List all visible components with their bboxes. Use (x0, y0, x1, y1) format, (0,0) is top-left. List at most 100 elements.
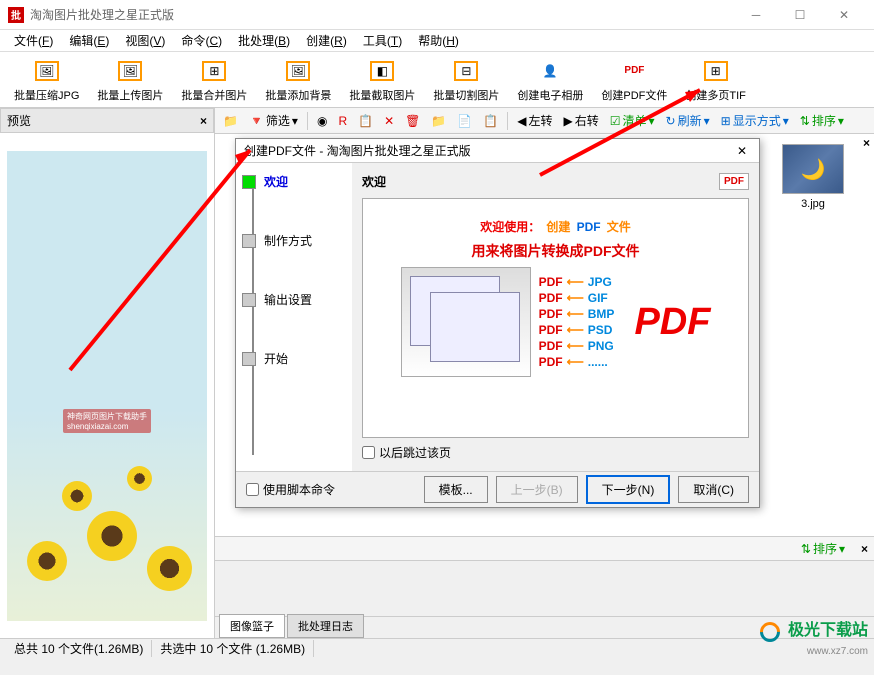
skip-checkbox-row: 以后跳过该页 (362, 444, 749, 461)
tool-split[interactable]: ⊟批量切割图片 (425, 55, 507, 105)
dialog-footer: 使用脚本命令 模板... 上一步(B) 下一步(N) 取消(C) (236, 471, 759, 507)
status-selected: 共选中 10 个文件 (1.26MB) (152, 640, 314, 657)
screenshot-graphic (401, 267, 531, 377)
preview-image: 神奇网页图片下载助手shenqixiazai.com (7, 151, 207, 621)
pdf-badge-icon: PDF (719, 173, 749, 190)
maximize-button[interactable]: ☐ (778, 1, 822, 29)
secondary-toolbar: 📁 🔻 筛选▾ ◉ R 📋 ✕ 🗑 📁 📄 📋 ◀ 左转 ▶ 右转 ☑ 清单▾ … (215, 108, 874, 134)
view3-icon[interactable]: 📋 (354, 112, 377, 130)
dialog-content: 欢迎使用： 创建 PDF 文件 用来将图片转换成PDF文件 PDF⟵JPG PD… (362, 198, 749, 438)
tool-create-tif[interactable]: ⊞创建多页TIF (677, 55, 754, 105)
window-title: 淘淘图片批处理之星正式版 (30, 6, 734, 23)
clear-button[interactable]: ☑ 清单▾ (606, 110, 659, 131)
split-icon: ⊟ (454, 61, 478, 81)
minimize-button[interactable]: ─ (734, 1, 778, 29)
icon-b[interactable]: 📁 (427, 112, 450, 130)
template-button[interactable]: 模板... (424, 476, 488, 503)
site-watermark: 极光下载站 www.xz7.com (760, 616, 868, 657)
create-pdf-dialog: 创建PDF文件 - 淘淘图片批处理之星正式版 ✕ 欢迎 制作方式 输出设置 开始… (235, 138, 760, 508)
status-total: 总共 10 个文件(1.26MB) (6, 640, 152, 657)
filter-button[interactable]: 🔻 筛选▾ (245, 110, 302, 131)
preview-panel: 预览 × 神奇网页图片下载助手shenqixiazai.com (0, 108, 215, 638)
rotate-right-button[interactable]: ▶ 右转 (559, 110, 602, 131)
icon-a[interactable]: 🗑 (401, 112, 424, 130)
watermark-stamp: 神奇网页图片下载助手shenqixiazai.com (63, 409, 151, 433)
album-icon: 👤 (543, 64, 558, 78)
upload-icon: 🖼 (118, 61, 142, 81)
view2-icon[interactable]: R (334, 112, 351, 130)
tool-crop[interactable]: ◧批量截取图片 (341, 55, 423, 105)
view1-icon[interactable]: ◉ (313, 112, 331, 130)
panel-close-icon[interactable]: × (200, 114, 207, 128)
menu-file[interactable]: 文件(F) (6, 30, 61, 51)
merge-icon: ⊞ (202, 61, 226, 81)
menu-batch[interactable]: 批处理(B) (230, 30, 298, 51)
tool-merge[interactable]: ⊞批量合并图片 (173, 55, 255, 105)
thumbnail-label: 3.jpg (782, 198, 844, 210)
tool-album[interactable]: 👤创建电子相册 (509, 55, 591, 105)
dialog-titlebar: 创建PDF文件 - 淘淘图片批处理之星正式版 ✕ (236, 139, 759, 163)
menu-tools[interactable]: 工具(T) (355, 30, 410, 51)
big-pdf-icon: PDF (634, 301, 710, 344)
rotate-left-button[interactable]: ◀ 左转 (513, 110, 556, 131)
menu-view[interactable]: 视图(V) (117, 30, 173, 51)
folder-up-icon[interactable]: 📁 (219, 112, 242, 130)
icon-c[interactable]: 📄 (453, 112, 476, 130)
icon-d[interactable]: 📋 (479, 112, 502, 130)
dialog-title: 创建PDF文件 - 淘淘图片批处理之星正式版 (244, 142, 733, 159)
tab-basket[interactable]: 图像篮子 (219, 614, 285, 638)
skip-label: 以后跳过该页 (379, 444, 451, 461)
basket-toolbar: ⇅ 排序▾ × (215, 537, 874, 561)
pane-close-icon[interactable]: × (863, 136, 870, 150)
nav-step-welcome[interactable]: 欢迎 (242, 173, 346, 190)
tab-log[interactable]: 批处理日志 (287, 614, 364, 638)
dialog-main: 欢迎 PDF 欢迎使用： 创建 PDF 文件 用来将图片转换成PDF文件 (352, 163, 759, 471)
preview-header: 预览 × (0, 108, 214, 133)
compress-icon: 🖼 (35, 61, 59, 81)
delete-icon[interactable]: ✕ (380, 112, 398, 130)
close-button[interactable]: ✕ (822, 1, 866, 29)
welcome-subtitle: 用来将图片转换成PDF文件 (371, 241, 740, 261)
basket-close-icon[interactable]: × (861, 542, 868, 556)
wizard-nav: 欢迎 制作方式 输出设置 开始 (236, 163, 352, 471)
nav-step-output[interactable]: 输出设置 (242, 291, 346, 308)
watermark-logo-icon (756, 618, 784, 646)
script-checkbox[interactable] (246, 483, 259, 496)
welcome-banner: 欢迎使用： 创建 PDF 文件 (371, 211, 740, 237)
pdf-icon: PDF (624, 65, 644, 76)
basket-sort-button[interactable]: ⇅ 排序▾ (797, 538, 849, 559)
preview-area: 神奇网页图片下载助手shenqixiazai.com (0, 133, 214, 638)
tool-upload[interactable]: 🖼批量上传图片 (89, 55, 171, 105)
dialog-heading: 欢迎 (362, 173, 386, 190)
conversion-diagram: PDF⟵JPG PDF⟵GIF PDF⟵BMP PDF⟵PSD PDF⟵PNG … (371, 267, 740, 377)
menu-create[interactable]: 创建(R) (298, 30, 355, 51)
dialog-close-button[interactable]: ✕ (733, 144, 751, 158)
cancel-button[interactable]: 取消(C) (678, 476, 749, 503)
tif-icon: ⊞ (704, 61, 728, 81)
thumbnail-image: 🌙 (782, 144, 844, 194)
nav-step-start[interactable]: 开始 (242, 350, 346, 367)
preview-title: 预览 (7, 112, 31, 129)
menubar: 文件(F) 编辑(E) 视图(V) 命令(C) 批处理(B) 创建(R) 工具(… (0, 30, 874, 52)
prev-button: 上一步(B) (496, 476, 578, 503)
bg-icon: 🖼 (286, 61, 310, 81)
sort-button[interactable]: ⇅ 排序▾ (796, 110, 848, 131)
main-toolbar: 🖼批量压缩JPG 🖼批量上传图片 ⊞批量合并图片 🖼批量添加背景 ◧批量截取图片… (0, 52, 874, 108)
menu-command[interactable]: 命令(C) (173, 30, 230, 51)
tool-compress-jpg[interactable]: 🖼批量压缩JPG (6, 55, 87, 105)
thumbnail-item[interactable]: 🌙 3.jpg (782, 144, 844, 210)
display-mode-button[interactable]: ⊞ 显示方式▾ (717, 110, 793, 131)
nav-step-method[interactable]: 制作方式 (242, 232, 346, 249)
menu-help[interactable]: 帮助(H) (410, 30, 467, 51)
basket-panel: ⇅ 排序▾ × (215, 536, 874, 616)
statusbar: 总共 10 个文件(1.26MB) 共选中 10 个文件 (1.26MB) (0, 638, 874, 658)
refresh-button[interactable]: ↻ 刷新▾ (662, 110, 714, 131)
skip-checkbox[interactable] (362, 446, 375, 459)
tool-background[interactable]: 🖼批量添加背景 (257, 55, 339, 105)
next-button[interactable]: 下一步(N) (586, 475, 671, 504)
format-list: PDF⟵JPG PDF⟵GIF PDF⟵BMP PDF⟵PSD PDF⟵PNG … (539, 273, 615, 371)
menu-edit[interactable]: 编辑(E) (61, 30, 117, 51)
tool-create-pdf[interactable]: PDF创建PDF文件 (593, 55, 675, 105)
titlebar: 批 淘淘图片批处理之星正式版 ─ ☐ ✕ (0, 0, 874, 30)
script-label: 使用脚本命令 (263, 481, 335, 498)
